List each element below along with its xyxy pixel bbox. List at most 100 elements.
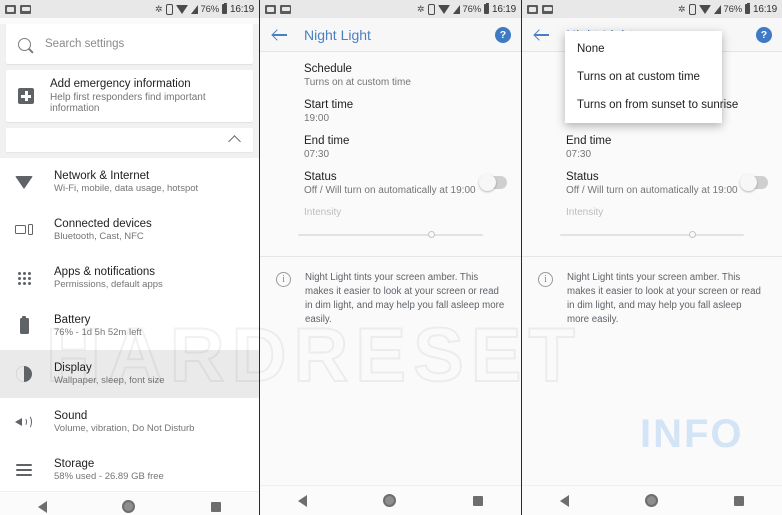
intensity-slider[interactable]	[260, 218, 521, 238]
sim-icon	[688, 3, 696, 15]
battery-percent: 76%	[462, 3, 482, 15]
status-bar-system-icons: ✲ 76% 16:19	[417, 2, 516, 15]
screenshot-icon	[527, 4, 538, 14]
add-emergency-information-card[interactable]: Add emergency information Help first res…	[6, 70, 253, 122]
schedule-value: Turns on at custom time	[304, 77, 411, 88]
display-brightness-icon	[14, 364, 34, 384]
sidebar-item-desc: Permissions, default apps	[54, 279, 163, 290]
status-toggle[interactable]	[479, 174, 507, 191]
status-value: Off / Will turn on automatically at 19:0…	[304, 185, 476, 196]
wifi-icon	[175, 4, 188, 14]
sidebar-item-desc: Wi-Fi, mobile, data usage, hotspot	[54, 183, 199, 194]
status-bar-notifications	[5, 4, 31, 14]
status-label: Status	[304, 171, 337, 183]
status-value: Off / Will turn on automatically at 19:0…	[566, 185, 738, 196]
storage-icon	[14, 460, 34, 480]
status-bar-notifications	[527, 4, 553, 14]
intensity-slider[interactable]	[522, 218, 782, 238]
end-time-row[interactable]: End time 07:30	[260, 124, 521, 160]
devices-icon	[14, 220, 34, 240]
status-toggle[interactable]	[740, 174, 768, 191]
navigation-bar	[0, 491, 259, 515]
back-triangle-icon[interactable]	[298, 494, 308, 507]
sidebar-item-connected-devices[interactable]: Connected devices Bluetooth, Cast, NFC	[0, 206, 259, 254]
collapse-suggestions-button[interactable]	[6, 128, 253, 152]
sidebar-item-desc: 76% - 1d 5h 52m left	[54, 327, 142, 338]
chevron-up-icon	[228, 135, 241, 148]
back-triangle-icon[interactable]	[37, 500, 47, 513]
status-row[interactable]: Status Off / Will turn on automatically …	[522, 160, 782, 196]
sim-icon	[427, 3, 435, 15]
end-time-label: End time	[304, 135, 350, 147]
status-bar-system-icons: ✲ 76% 16:19	[678, 2, 777, 15]
intensity-row: Intensity	[522, 196, 782, 218]
status-bar-clock: 16:19	[752, 3, 777, 15]
info-note-text: Night Light tints your screen amber. Thi…	[567, 272, 761, 326]
slider-thumb[interactable]	[427, 231, 435, 238]
sidebar-item-apps-notifications[interactable]: Apps & notifications Permissions, defaul…	[0, 254, 259, 302]
home-circle-icon[interactable]	[383, 494, 397, 507]
sidebar-item-desc: Wallpaper, sleep, font size	[54, 375, 165, 386]
start-time-label: Start time	[304, 99, 354, 111]
app-bar: Night Light ?	[260, 18, 521, 52]
sidebar-item-sound[interactable]: Sound Volume, vibration, Do Not Disturb	[0, 398, 259, 446]
back-arrow-icon[interactable]	[534, 27, 550, 43]
dropdown-option-sunset-sunrise[interactable]: Turns on from sunset to sunrise	[565, 91, 738, 119]
settings-body: Search settings Add emergency informatio…	[0, 24, 259, 515]
screenshot-icon	[20, 4, 31, 14]
battery-icon	[744, 2, 750, 14]
end-time-label: End time	[566, 135, 612, 147]
recents-square-icon[interactable]	[734, 495, 744, 506]
help-icon[interactable]: ?	[756, 26, 772, 43]
status-label: Status	[566, 171, 599, 183]
navigation-bar	[260, 485, 521, 515]
sidebar-item-display[interactable]: Display Wallpaper, sleep, font size	[0, 350, 259, 398]
status-bar-clock: 16:19	[229, 3, 254, 15]
slider-thumb[interactable]	[688, 231, 696, 238]
intensity-label: Intensity	[566, 207, 604, 218]
toggle-knob	[740, 174, 757, 191]
home-circle-icon[interactable]	[122, 500, 136, 513]
sidebar-item-battery[interactable]: Battery 76% - 1d 5h 52m left	[0, 302, 259, 350]
back-triangle-icon[interactable]	[560, 494, 569, 507]
status-bar-system-icons: ✲ 76% 16:19	[155, 2, 254, 15]
signal-icon	[452, 4, 460, 14]
home-circle-icon[interactable]	[645, 494, 658, 507]
sidebar-item-label: Battery	[54, 314, 91, 326]
help-icon[interactable]: ?	[495, 26, 511, 43]
apps-icon	[14, 268, 34, 288]
info-icon: i	[276, 272, 291, 287]
info-icon: i	[538, 272, 553, 287]
panel-night-light-schedule-dropdown: ✲ 76% 16:19 Night Light ?	[521, 0, 782, 515]
back-arrow-icon[interactable]	[272, 27, 288, 43]
sim-icon	[165, 3, 173, 15]
dropdown-option-none[interactable]: None	[565, 35, 722, 63]
screenshot-root: ✲ 76% 16:19 Search settings Add emergenc…	[0, 0, 782, 515]
recents-square-icon[interactable]	[472, 495, 483, 506]
intensity-label: Intensity	[304, 207, 342, 218]
emergency-text: Add emergency information Help first res…	[50, 78, 241, 114]
schedule-row[interactable]: Schedule Turns on at custom time	[260, 52, 521, 88]
screenshot-icon	[5, 4, 16, 14]
battery-percent: 76%	[723, 3, 743, 15]
schedule-dropdown-menu[interactable]: None Turns on at custom time Turns on fr…	[565, 31, 738, 123]
battery-icon	[221, 2, 227, 14]
sidebar-item-storage[interactable]: Storage 58% used - 26.89 GB free	[0, 446, 259, 494]
battery-icon	[483, 2, 489, 14]
end-time-value: 07:30	[304, 149, 330, 160]
recents-square-icon[interactable]	[211, 501, 222, 512]
emergency-plus-icon	[18, 88, 34, 104]
status-bar: ✲ 76% 16:19	[260, 0, 521, 18]
start-time-row[interactable]: Start time 19:00	[260, 88, 521, 124]
end-time-row[interactable]: End time 07:30	[522, 124, 782, 160]
bluetooth-icon: ✲	[417, 3, 425, 14]
settings-items-list: Network & Internet Wi-Fi, mobile, data u…	[0, 158, 259, 515]
search-input[interactable]: Search settings	[6, 24, 253, 64]
sidebar-item-network-internet[interactable]: Network & Internet Wi-Fi, mobile, data u…	[0, 158, 259, 206]
search-icon	[18, 37, 31, 51]
status-row[interactable]: Status Off / Will turn on automatically …	[260, 160, 521, 196]
dropdown-option-custom-time[interactable]: Turns on at custom time	[565, 63, 722, 91]
sidebar-item-label: Network & Internet	[54, 170, 150, 182]
bluetooth-icon: ✲	[155, 3, 163, 14]
start-time-value: 19:00	[304, 113, 330, 124]
